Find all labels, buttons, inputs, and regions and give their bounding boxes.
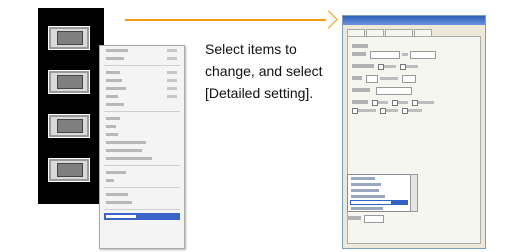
arrow-head-icon [319,10,338,29]
detailed-setting-dialog[interactable] [342,15,486,249]
dialog-field[interactable] [402,75,416,83]
instruction-text: Select items to change, and select [Deta… [205,41,323,101]
dialog-field[interactable] [366,75,378,83]
menu-separator [104,209,180,210]
dialog-field[interactable] [370,51,400,59]
component-chip [57,75,83,89]
list-item[interactable] [350,188,408,193]
parts-canvas[interactable] [38,8,104,204]
menu-item[interactable] [104,101,180,108]
dialog-title-bar[interactable] [343,16,485,25]
context-menu[interactable]: Detailed setting [99,45,185,249]
component-chip [57,163,83,177]
dialog-field[interactable] [364,215,384,223]
list-item[interactable] [350,206,408,211]
component-chip [57,119,83,133]
dialog-panel [347,36,481,244]
menu-item[interactable] [104,69,180,76]
component-chip [57,31,83,45]
list-item[interactable] [350,194,408,199]
menu-item[interactable] [104,77,180,84]
menu-item[interactable] [104,115,180,122]
arrow-right-icon [125,19,326,21]
menu-item[interactable] [104,47,180,54]
listbox-scrollbar[interactable] [410,174,418,212]
menu-separator [104,65,180,66]
menu-item[interactable] [104,93,180,100]
menu-item[interactable] [104,139,180,146]
menu-item[interactable] [104,191,180,198]
dialog-field[interactable] [376,87,412,95]
menu-item[interactable] [104,177,180,184]
dialog-listbox[interactable] [347,174,411,212]
menu-item[interactable] [104,147,180,154]
menu-item[interactable] [104,123,180,130]
menu-item[interactable] [104,55,180,62]
menu-separator [104,187,180,188]
menu-item[interactable] [104,199,180,206]
menu-item-detailed-setting-label: Detailed setting [104,213,105,214]
list-item-selected[interactable] [350,200,408,205]
component-part-icon[interactable] [48,70,90,94]
menu-separator [104,111,180,112]
menu-item[interactable] [104,131,180,138]
menu-item[interactable] [104,85,180,92]
menu-item[interactable] [104,169,180,176]
list-item[interactable] [350,176,408,181]
dialog-tabs [347,29,432,37]
list-item[interactable] [350,182,408,187]
menu-separator [104,165,180,166]
menu-item-detailed-setting[interactable]: Detailed setting [104,213,180,220]
component-part-icon[interactable] [48,114,90,138]
dialog-field[interactable] [410,51,436,59]
menu-item[interactable] [104,155,180,162]
component-part-icon[interactable] [48,26,90,50]
component-part-icon[interactable] [48,158,90,182]
